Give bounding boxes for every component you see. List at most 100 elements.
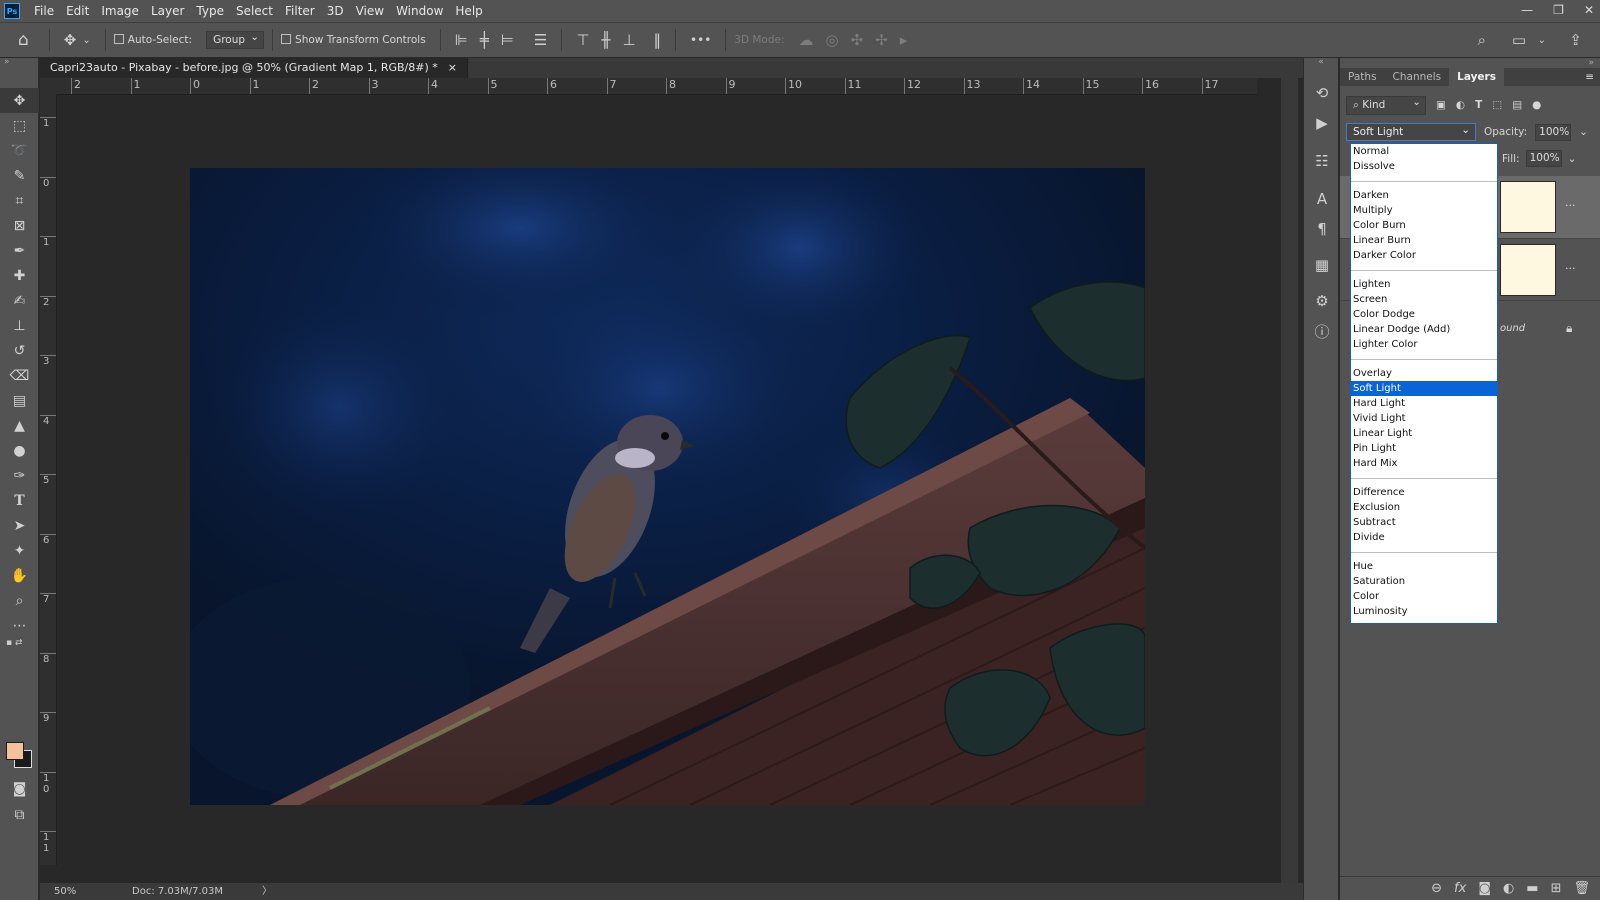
home-icon[interactable]: ⌂ <box>18 30 29 50</box>
blend-option-exclusion[interactable]: Exclusion <box>1351 500 1497 515</box>
blend-option-hue[interactable]: Hue <box>1351 559 1497 574</box>
zoom-tool[interactable]: ⌕ <box>0 588 39 613</box>
blend-option-normal[interactable]: Normal <box>1351 144 1497 159</box>
blend-option-difference[interactable]: Difference <box>1351 485 1497 500</box>
filter-pixel-icon[interactable]: ▣ <box>1436 99 1446 111</box>
menu-3d[interactable]: 3D <box>321 0 350 22</box>
blend-option-luminosity[interactable]: Luminosity <box>1351 604 1497 619</box>
lasso-tool[interactable]: ➰ <box>0 138 39 163</box>
quick-mask-icon[interactable]: ◙ <box>0 776 39 801</box>
filter-type-icon[interactable]: T <box>1475 99 1482 111</box>
new-group-icon[interactable]: ▬ <box>1526 881 1538 896</box>
close-window-button[interactable]: ✕ <box>1584 0 1594 20</box>
menu-file[interactable]: File <box>28 0 60 22</box>
layer-more-icon[interactable]: ... <box>1565 196 1576 209</box>
fill-chevron-icon[interactable]: ⌄ <box>1568 153 1577 165</box>
pan-3d-icon[interactable]: ✣ <box>851 31 864 49</box>
document-image[interactable] <box>190 168 1145 805</box>
blend-option-hard-mix[interactable]: Hard Mix <box>1351 456 1497 471</box>
eyedropper-tool[interactable]: ✒ <box>0 238 39 263</box>
edit-toolbar-icon[interactable]: ⋯ <box>0 613 39 638</box>
blend-option-saturation[interactable]: Saturation <box>1351 574 1497 589</box>
show-transform-checkbox[interactable]: Show Transform Controls <box>281 34 426 46</box>
menu-layer[interactable]: Layer <box>145 0 190 22</box>
frame-tool[interactable]: ⊠ <box>0 213 39 238</box>
quick-selection-tool[interactable]: ✎ <box>0 163 39 188</box>
align-left-icon[interactable]: ⊫ <box>455 31 468 49</box>
actions-panel-icon[interactable]: ▶ <box>1304 108 1340 138</box>
layer-more-icon[interactable]: ... <box>1565 259 1576 272</box>
expand-toolbox-icon[interactable]: » <box>0 58 38 67</box>
align-vcenter-icon[interactable]: ╫ <box>601 31 610 49</box>
hand-tool[interactable]: ✋ <box>0 563 39 588</box>
tab-layers[interactable]: Layers <box>1449 68 1504 86</box>
panel-collapse-icon[interactable]: » <box>1588 58 1594 68</box>
marquee-tool[interactable]: ⬚ <box>0 113 39 138</box>
workspace-icon[interactable]: ▭ <box>1512 31 1526 49</box>
ruler-origin[interactable] <box>40 78 57 95</box>
crop-tool[interactable]: ⌗ <box>0 188 39 213</box>
type-tool[interactable]: T <box>0 488 39 513</box>
tool-preset-chevron-icon[interactable]: ⌄ <box>82 35 90 46</box>
filter-kind-select[interactable]: ⌕ Kind <box>1346 95 1426 115</box>
blend-option-dissolve[interactable]: Dissolve <box>1351 159 1497 174</box>
roll-3d-icon[interactable]: ◎ <box>826 31 839 49</box>
document-tab[interactable]: Capri23auto - Pixabay - before.jpg @ 50%… <box>40 58 468 78</box>
blend-option-color[interactable]: Color <box>1351 589 1497 604</box>
properties-panel-icon[interactable]: ☷ <box>1304 146 1340 176</box>
dodge-tool[interactable]: ● <box>0 438 39 463</box>
brush-tool[interactable]: ✍ <box>0 288 39 313</box>
align-top-icon[interactable]: ⊤ <box>576 31 589 49</box>
share-icon[interactable]: ⇪ <box>1569 31 1582 49</box>
blend-option-overlay[interactable]: Overlay <box>1351 366 1497 381</box>
blend-option-linear-light[interactable]: Linear Light <box>1351 426 1497 441</box>
eraser-tool[interactable]: ⌫ <box>0 363 39 388</box>
vertical-scrollbar[interactable] <box>1281 78 1298 883</box>
move-tool[interactable]: ✥ <box>0 88 39 113</box>
panel-menu-icon[interactable]: ≡ <box>1585 68 1600 86</box>
opacity-chevron-icon[interactable]: ⌄ <box>1579 126 1588 138</box>
delete-layer-icon[interactable]: 🗑︎ <box>1573 881 1590 896</box>
menu-select[interactable]: Select <box>230 0 279 22</box>
blend-option-multiply[interactable]: Multiply <box>1351 203 1497 218</box>
menu-filter[interactable]: Filter <box>279 0 321 22</box>
blend-option-darken[interactable]: Darken <box>1351 188 1497 203</box>
distribute-horizontal-icon[interactable]: ‖ <box>654 31 662 49</box>
fill-input[interactable]: 100% <box>1525 150 1562 167</box>
healing-brush-tool[interactable]: ✚ <box>0 263 39 288</box>
blend-option-linear-dodge-add[interactable]: Linear Dodge (Add) <box>1351 322 1497 337</box>
blend-option-hard-light[interactable]: Hard Light <box>1351 396 1497 411</box>
distribute-vertical-icon[interactable]: ☰ <box>534 31 547 49</box>
align-bottom-icon[interactable]: ⊥ <box>622 31 635 49</box>
foreground-color-swatch[interactable] <box>6 742 24 760</box>
swap-colors-icon[interactable]: ▪ ⇄ <box>0 638 38 648</box>
blend-mode-select[interactable]: Soft Light <box>1346 122 1476 141</box>
layer-style-icon[interactable]: fx <box>1454 881 1466 896</box>
link-layers-icon[interactable]: ⊖ <box>1431 881 1442 896</box>
opacity-input[interactable]: 100% <box>1535 123 1572 141</box>
align-hcenter-icon[interactable]: ╪ <box>480 31 489 49</box>
history-panel-icon[interactable]: ⟲ <box>1304 78 1340 108</box>
collapse-panels-icon[interactable]: « <box>1304 58 1338 67</box>
clone-stamp-tool[interactable]: ⊥ <box>0 313 39 338</box>
tab-channels[interactable]: Channels <box>1385 68 1450 86</box>
search-icon[interactable]: ⌕ <box>1478 31 1486 49</box>
blend-option-vivid-light[interactable]: Vivid Light <box>1351 411 1497 426</box>
history-brush-tool[interactable]: ↺ <box>0 338 39 363</box>
blend-option-lighter-color[interactable]: Lighter Color <box>1351 337 1497 352</box>
filter-shape-icon[interactable]: ⬚ <box>1492 99 1502 111</box>
blend-option-lighten[interactable]: Lighten <box>1351 277 1497 292</box>
new-layer-icon[interactable]: ⊞ <box>1551 881 1562 896</box>
libraries-panel-icon[interactable]: ⚙ <box>1304 286 1340 316</box>
blend-option-color-dodge[interactable]: Color Dodge <box>1351 307 1497 322</box>
shape-tool[interactable]: ✦ <box>0 538 39 563</box>
new-adjustment-icon[interactable]: ◐ <box>1503 881 1514 896</box>
blend-option-subtract[interactable]: Subtract <box>1351 515 1497 530</box>
auto-select-checkbox[interactable]: Auto-Select: <box>113 34 192 46</box>
workspace-chevron-icon[interactable]: ⌄ <box>1538 35 1546 46</box>
blend-mode-dropdown[interactable]: Normal Dissolve Darken Multiply Color Burn Li… <box>1350 143 1498 624</box>
tab-paths[interactable]: Paths <box>1340 68 1385 86</box>
orbit-3d-icon[interactable]: ☁ <box>799 31 814 49</box>
restore-button[interactable]: ❐ <box>1553 0 1564 20</box>
info-panel-icon[interactable]: ⓘ <box>1304 316 1340 346</box>
